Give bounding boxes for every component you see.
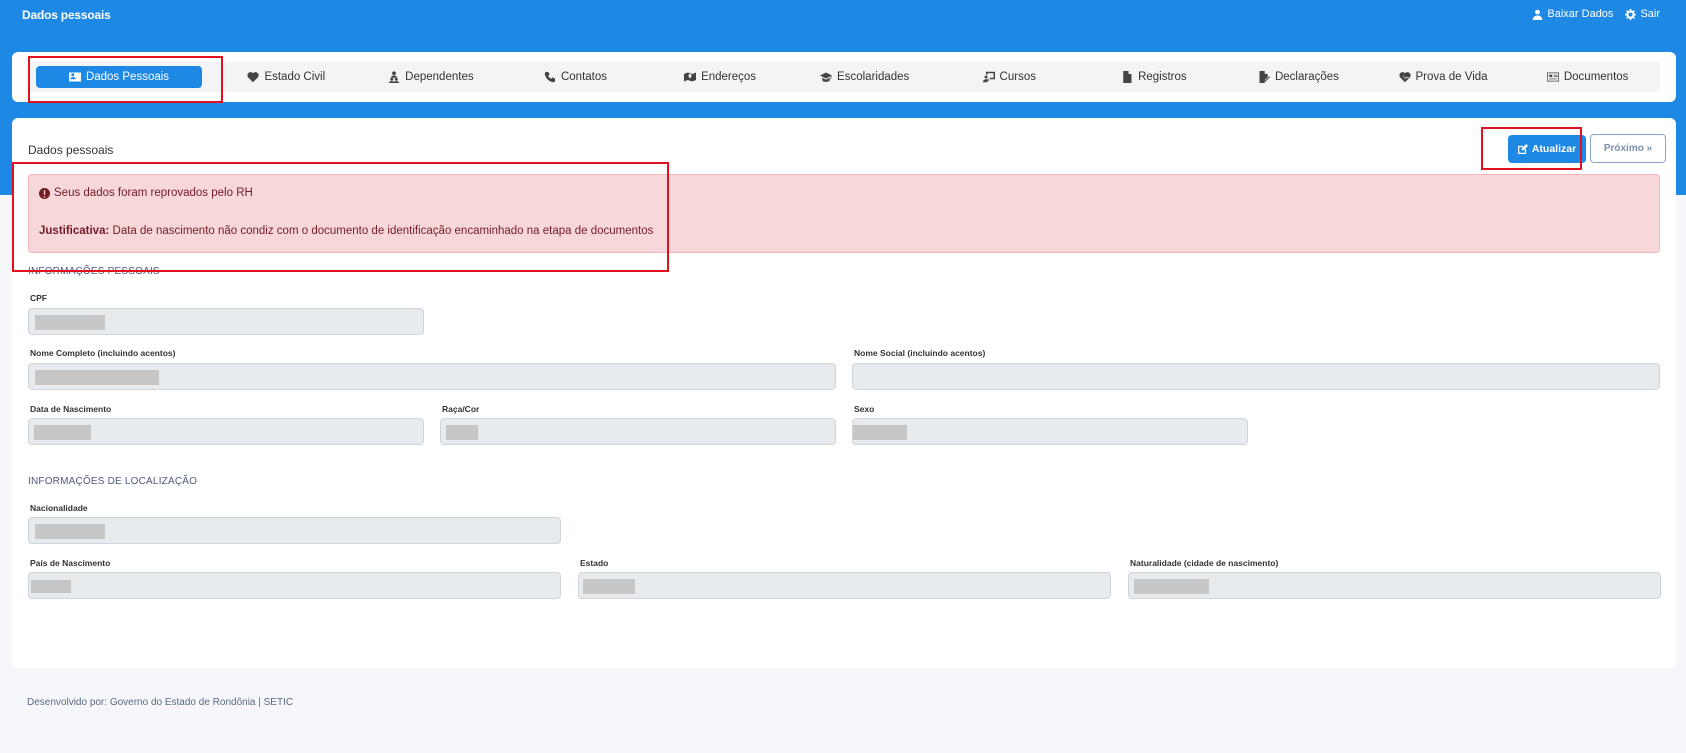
tab-label: Documentos — [1563, 71, 1629, 83]
next-button[interactable]: Próximo » — [1590, 134, 1666, 163]
race-field[interactable] — [440, 418, 836, 445]
teacher-icon — [982, 71, 995, 83]
birth-country-field[interactable] — [28, 572, 561, 599]
sex-label: Sexo — [854, 404, 875, 414]
nationality-label: Nacionalidade — [30, 503, 88, 513]
tab-contatos[interactable]: Contatos — [503, 66, 648, 88]
birthplace-label: Naturalidade (cidade de nascimento) — [1130, 558, 1279, 568]
tab-label: Cursos — [999, 71, 1036, 83]
logout-link[interactable]: Sair — [1625, 8, 1660, 20]
tab-dependentes[interactable]: Dependentes — [359, 66, 504, 88]
exclamation-circle-icon — [39, 187, 50, 199]
state-label: Estado — [580, 558, 609, 568]
file-icon — [1123, 71, 1132, 83]
justification-label: Justificativa: — [39, 225, 110, 237]
footer-credits: Desenvolvido por: Governo do Estado de R… — [27, 697, 294, 708]
people-icon — [388, 71, 400, 83]
graduation-cap-icon — [820, 72, 833, 82]
sex-field[interactable] — [852, 418, 1248, 445]
logout-label: Sair — [1640, 8, 1660, 20]
tab-label: Declarações — [1274, 71, 1339, 83]
tab-label: Estado Civil — [264, 71, 326, 83]
tab-cursos[interactable]: Cursos — [937, 66, 1082, 88]
social-name-label: Nome Social (incluindo acentos) — [854, 348, 986, 358]
race-label: Raça/Cor — [442, 404, 480, 414]
tab-bar: Dados Pessoais Estado Civil Dependentes … — [28, 62, 1660, 92]
map-icon — [684, 72, 697, 82]
tab-escolaridades[interactable]: Escolaridades — [792, 66, 937, 88]
tab-label: Dados Pessoais — [85, 71, 170, 83]
birth-date-label: Data de Nascimento — [30, 404, 112, 414]
page-title: Dados pessoais — [28, 143, 114, 157]
file-signature-icon — [1259, 71, 1270, 83]
tab-estado-civil[interactable]: Estado Civil — [214, 66, 359, 88]
birth-date-field[interactable] — [28, 418, 424, 445]
tab-prova-de-vida[interactable]: Prova de Vida — [1371, 66, 1516, 88]
update-button-label: Atualizar — [1531, 143, 1577, 155]
nationality-field[interactable] — [28, 517, 561, 544]
id-card-icon — [68, 72, 81, 82]
tab-label: Registros — [1138, 71, 1187, 83]
tab-label: Dependentes — [405, 71, 474, 83]
full-name-label: Nome Completo (incluindo acentos) — [30, 348, 176, 358]
justification-text: Data de nascimento não condiz com o docu… — [112, 225, 654, 237]
top-actions: Baixar Dados Sair — [1532, 8, 1660, 20]
tab-dados-pessoais[interactable]: Dados Pessoais — [36, 66, 202, 88]
heart-icon — [247, 72, 260, 83]
download-data-link[interactable]: Baixar Dados — [1532, 8, 1613, 20]
tab-label: Prova de Vida — [1415, 71, 1488, 83]
location-info-heading: INFORMAÇÕES DE LOCALIZAÇÃO — [28, 476, 198, 487]
cpf-label: CPF — [30, 293, 47, 303]
edit-icon — [1517, 144, 1528, 154]
user-icon — [1533, 9, 1543, 20]
heartbeat-icon — [1398, 72, 1411, 83]
next-button-label: Próximo » — [1603, 143, 1653, 154]
personal-data-card: Dados pessoais Atualizar Próximo » Seus … — [12, 118, 1676, 668]
birthplace-field[interactable] — [1128, 572, 1661, 599]
alert-message: Seus dados foram reprovados pelo RH — [54, 187, 253, 199]
personal-info-heading: INFORMAÇÕES PESSOAIS — [28, 266, 160, 277]
state-field[interactable] — [578, 572, 1111, 599]
app-title: Dados pessoais — [22, 8, 111, 22]
download-data-label: Baixar Dados — [1547, 8, 1614, 20]
tab-label: Contatos — [560, 71, 607, 83]
tab-registros[interactable]: Registros — [1082, 66, 1227, 88]
tab-label: Endereços — [701, 71, 757, 83]
phone-icon — [544, 71, 556, 83]
alert-justification-row: Justificativa: Data de nascimento não co… — [39, 225, 653, 237]
tab-documentos[interactable]: Documentos — [1515, 66, 1660, 88]
address-card-icon — [1546, 72, 1559, 82]
tab-declaracoes[interactable]: Declarações — [1226, 66, 1371, 88]
tab-enderecos[interactable]: Endereços — [648, 66, 793, 88]
tab-label: Escolaridades — [837, 71, 910, 83]
social-name-field[interactable] — [852, 363, 1660, 390]
cpf-field[interactable] — [28, 308, 424, 335]
birth-country-label: País de Nascimento — [30, 558, 111, 568]
full-name-field[interactable] — [28, 363, 836, 390]
tabs-card: Dados Pessoais Estado Civil Dependentes … — [12, 52, 1676, 102]
gear-icon — [1625, 8, 1637, 20]
alert-message-row: Seus dados foram reprovados pelo RH — [39, 187, 253, 199]
rejection-alert: Seus dados foram reprovados pelo RH Just… — [28, 174, 1660, 253]
update-button[interactable]: Atualizar — [1508, 135, 1586, 163]
